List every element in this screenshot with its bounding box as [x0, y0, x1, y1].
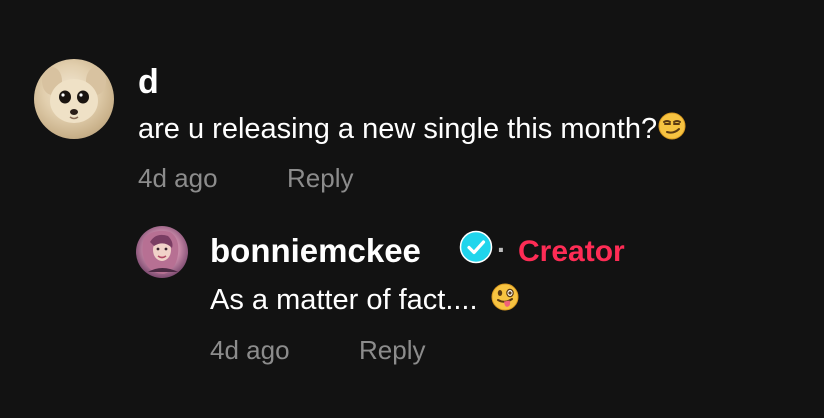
- reply-reply-button[interactable]: Reply: [359, 335, 425, 366]
- smirking-face-icon: [657, 111, 687, 149]
- dog-avatar-icon: [42, 67, 106, 123]
- winking-face-with-tongue-icon: [490, 282, 520, 320]
- creator-avatar[interactable]: [136, 226, 188, 278]
- badge-separator: ·: [497, 234, 507, 265]
- reply-timestamp: 4d ago: [210, 335, 290, 365]
- commenter-username[interactable]: d: [138, 63, 159, 102]
- creator-portrait-icon: [142, 230, 179, 274]
- comment-reply-button[interactable]: Reply: [287, 163, 353, 194]
- reply-text-body: As a matter of fact....: [210, 284, 478, 316]
- reply-text: As a matter of fact....: [210, 282, 520, 320]
- comment-text-body: are u releasing a new single this month?: [138, 113, 658, 145]
- comment-timestamp: 4d ago: [138, 163, 218, 193]
- commenter-avatar[interactable]: [34, 59, 114, 139]
- creator-badge: Creator: [518, 235, 625, 268]
- creator-username[interactable]: bonniemckee: [210, 232, 421, 270]
- verified-badge-icon: [459, 230, 493, 264]
- comment-text: are u releasing a new single this month?: [138, 111, 687, 149]
